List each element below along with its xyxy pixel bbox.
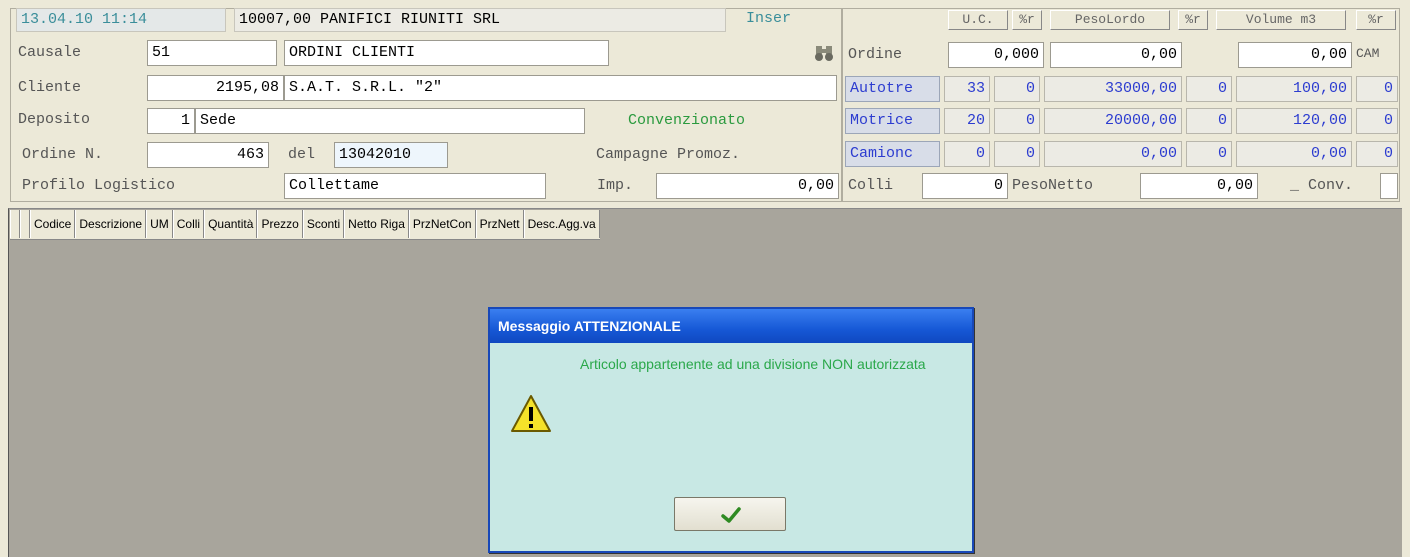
conv-label: _ Conv. xyxy=(1290,177,1354,194)
cliente-name-input[interactable]: S.A.T. S.R.L. "2" xyxy=(284,75,837,101)
col-colli[interactable]: Colli xyxy=(172,210,205,238)
message-dialog: Messaggio ATTENZIONALE Articolo apparten… xyxy=(488,307,974,553)
col-um[interactable]: UM xyxy=(146,210,173,238)
checkmark-icon xyxy=(721,506,741,524)
camionc-pct-2: 0 xyxy=(1186,141,1232,167)
cliente-code-input[interactable]: 2195,08 xyxy=(147,75,284,101)
col-prz-net-con[interactable]: PrzNetCon xyxy=(408,210,476,238)
warning-icon xyxy=(510,393,552,435)
row-selector-header xyxy=(10,210,20,238)
motrice-uc: 20 xyxy=(944,108,990,134)
autotre-uc: 33 xyxy=(944,76,990,102)
header-uc[interactable]: U.C. xyxy=(948,10,1008,30)
dialog-title-bar: Messaggio ATTENZIONALE xyxy=(490,309,972,343)
header-peso-lordo[interactable]: PesoLordo xyxy=(1050,10,1170,30)
campagne-label: Campagne Promoz. xyxy=(596,146,741,163)
deposito-label: Deposito xyxy=(18,111,91,128)
company-code: 10007,00 xyxy=(239,11,312,28)
del-label: del xyxy=(288,146,316,163)
cliente-label: Cliente xyxy=(18,79,82,96)
autotre-pct-2: 0 xyxy=(1186,76,1232,102)
col-desc-agg-va[interactable]: Desc.Agg.va xyxy=(523,210,600,238)
ordine-label: Ordine N. xyxy=(22,146,104,163)
autotre-peso: 33000,00 xyxy=(1044,76,1182,102)
autotre-pct-3: 0 xyxy=(1356,76,1398,102)
autotre-volume: 100,00 xyxy=(1236,76,1352,102)
peso-netto-input[interactable]: 0,00 xyxy=(1140,173,1258,199)
col-prz-nett[interactable]: PrzNett xyxy=(475,210,524,238)
motrice-pct-1: 0 xyxy=(994,108,1040,134)
camionc-pct-3: 0 xyxy=(1356,141,1398,167)
colli-input[interactable]: 0 xyxy=(922,173,1008,199)
grid-header: Codice Descrizione UM Colli Quantità Prezzo Sc… xyxy=(10,210,600,240)
imp-input[interactable]: 0,00 xyxy=(656,173,839,199)
ordine-date-input[interactable]: 13042010 xyxy=(334,142,448,168)
imp-label: Imp. xyxy=(597,177,634,194)
row-selector-header-2 xyxy=(20,210,30,238)
row-motrice-label[interactable]: Motrice xyxy=(845,108,940,134)
deposito-name-input[interactable]: Sede xyxy=(195,108,585,134)
autotre-pct-1: 0 xyxy=(994,76,1040,102)
ordine-peso-input[interactable]: 0,00 xyxy=(1050,42,1182,68)
ordine-uc-input[interactable]: 0,000 xyxy=(948,42,1044,68)
camionc-peso: 0,00 xyxy=(1044,141,1182,167)
motrice-pct-3: 0 xyxy=(1356,108,1398,134)
row-camionc-label[interactable]: Camionc xyxy=(845,141,940,167)
col-codice[interactable]: Codice xyxy=(30,210,76,238)
header-volume[interactable]: Volume m3 xyxy=(1216,10,1346,30)
motrice-peso: 20000,00 xyxy=(1044,108,1182,134)
colli-label: Colli xyxy=(848,177,894,194)
dialog-title: Messaggio ATTENZIONALE xyxy=(498,318,681,334)
dialog-message: Articolo appartenente ad una divisione N… xyxy=(580,356,926,372)
datetime-field: 13.04.10 11:14 xyxy=(16,8,226,32)
right-ordine-label: Ordine xyxy=(848,46,903,63)
ordine-volume-input[interactable]: 0,00 xyxy=(1238,42,1352,68)
header-pct-3[interactable]: %r xyxy=(1356,10,1396,30)
peso-netto-label: PesoNetto xyxy=(1012,177,1094,194)
causale-desc-input[interactable]: ORDINI CLIENTI xyxy=(284,40,609,66)
profilo-input[interactable]: Collettame xyxy=(284,173,546,199)
motrice-pct-2: 0 xyxy=(1186,108,1232,134)
motrice-volume: 120,00 xyxy=(1236,108,1352,134)
col-quantita[interactable]: Quantità xyxy=(204,210,258,238)
profilo-label: Profilo Logistico xyxy=(22,177,176,194)
col-netto-riga[interactable]: Netto Riga xyxy=(344,210,409,238)
row-autotre-label[interactable]: Autotre xyxy=(845,76,940,102)
camionc-pct-1: 0 xyxy=(994,141,1040,167)
conv-label-text: Conv. xyxy=(1308,177,1354,194)
ok-button[interactable] xyxy=(674,497,786,531)
ordine-number-input[interactable]: 463 xyxy=(147,142,269,168)
camionc-uc: 0 xyxy=(944,141,990,167)
col-sconti[interactable]: Sconti xyxy=(302,210,345,238)
app-window: 13.04.10 11:14 10007,00 PANIFICI RIUNITI… xyxy=(0,0,1410,557)
search-binoculars-icon[interactable] xyxy=(814,44,836,62)
company-name: PANIFICI RIUNITI SRL xyxy=(320,11,501,28)
mode-indicator: Inser xyxy=(746,10,792,27)
header-pct-1[interactable]: %r xyxy=(1012,10,1042,30)
causale-label: Causale xyxy=(18,44,82,61)
col-descrizione[interactable]: Descrizione xyxy=(75,210,147,238)
header-pct-2[interactable]: %r xyxy=(1178,10,1208,30)
deposito-code-input[interactable]: 1 xyxy=(147,108,195,134)
col-prezzo[interactable]: Prezzo xyxy=(257,210,303,238)
company-code-field: 10007,00 PANIFICI RIUNITI SRL xyxy=(234,8,726,32)
conv-checkbox[interactable] xyxy=(1380,173,1398,199)
camionc-volume: 0,00 xyxy=(1236,141,1352,167)
convenzionato-label: Convenzionato xyxy=(628,112,746,129)
cam-label: CAM xyxy=(1356,46,1380,61)
causale-code-input[interactable]: 51 xyxy=(147,40,277,66)
